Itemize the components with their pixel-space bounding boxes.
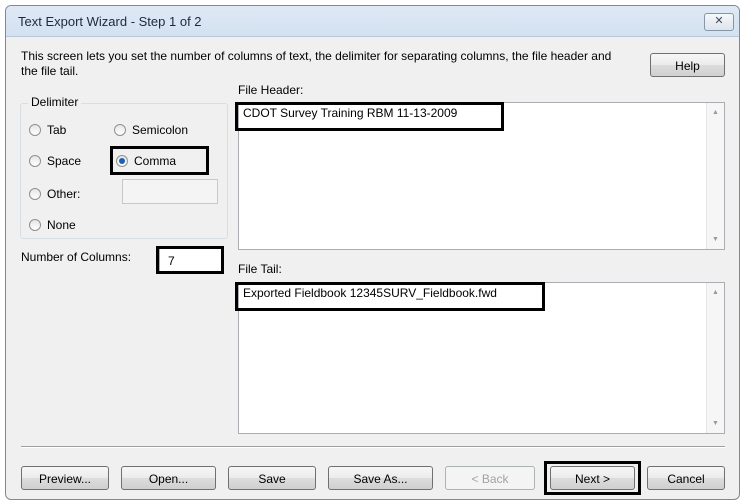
radio-space-label: Space xyxy=(47,154,82,168)
footer-separator xyxy=(21,446,725,448)
radio-circle xyxy=(29,188,41,200)
columns-label: Number of Columns: xyxy=(21,250,132,264)
scroll-up-icon[interactable]: ▲ xyxy=(707,289,724,296)
close-icon: ✕ xyxy=(714,15,724,27)
title-bar[interactable]: Text Export Wizard - Step 1 of 2 ✕ xyxy=(6,6,739,37)
comma-highlight-box xyxy=(110,146,209,175)
radio-tab[interactable]: Tab xyxy=(29,123,66,137)
file-header-scrollbar[interactable]: ▲ ▼ xyxy=(706,103,724,249)
save-as-button[interactable]: Save As... xyxy=(328,466,433,490)
file-tail-highlight-box xyxy=(235,282,545,311)
scroll-down-icon[interactable]: ▼ xyxy=(707,236,724,243)
scroll-down-icon[interactable]: ▼ xyxy=(707,420,724,427)
other-delimiter-input[interactable] xyxy=(122,179,218,204)
radio-circle xyxy=(114,124,126,136)
close-button[interactable]: ✕ xyxy=(704,13,734,31)
radio-none[interactable]: None xyxy=(29,218,76,232)
scroll-up-icon[interactable]: ▲ xyxy=(707,109,724,116)
radio-space[interactable]: Space xyxy=(29,154,81,168)
file-tail-label: File Tail: xyxy=(238,262,282,276)
window-title: Text Export Wizard - Step 1 of 2 xyxy=(18,14,202,29)
next-highlight-box xyxy=(544,461,641,495)
radio-none-label: None xyxy=(47,218,76,232)
back-button[interactable]: < Back xyxy=(445,466,535,490)
wizard-window: Text Export Wizard - Step 1 of 2 ✕ This … xyxy=(5,5,740,500)
save-button[interactable]: Save xyxy=(228,466,316,490)
file-header-label: File Header: xyxy=(238,83,304,97)
radio-circle xyxy=(29,219,41,231)
radio-semicolon-label: Semicolon xyxy=(132,123,189,137)
radio-semicolon[interactable]: Semicolon xyxy=(114,123,188,137)
file-tail-scrollbar[interactable]: ▲ ▼ xyxy=(706,283,724,433)
open-button[interactable]: Open... xyxy=(121,466,216,490)
cancel-button[interactable]: Cancel xyxy=(647,466,725,490)
radio-circle xyxy=(29,124,41,136)
radio-tab-label: Tab xyxy=(47,123,67,137)
radio-other[interactable]: Other: xyxy=(29,187,80,201)
radio-other-label: Other: xyxy=(47,187,81,201)
delimiter-group-label: Delimiter xyxy=(28,95,82,109)
preview-button[interactable]: Preview... xyxy=(21,466,109,490)
file-header-highlight-box xyxy=(235,102,504,131)
columns-highlight-box xyxy=(156,246,224,274)
help-button[interactable]: Help xyxy=(650,53,725,77)
description-text: This screen lets you set the number of c… xyxy=(21,49,612,78)
radio-circle xyxy=(29,155,41,167)
